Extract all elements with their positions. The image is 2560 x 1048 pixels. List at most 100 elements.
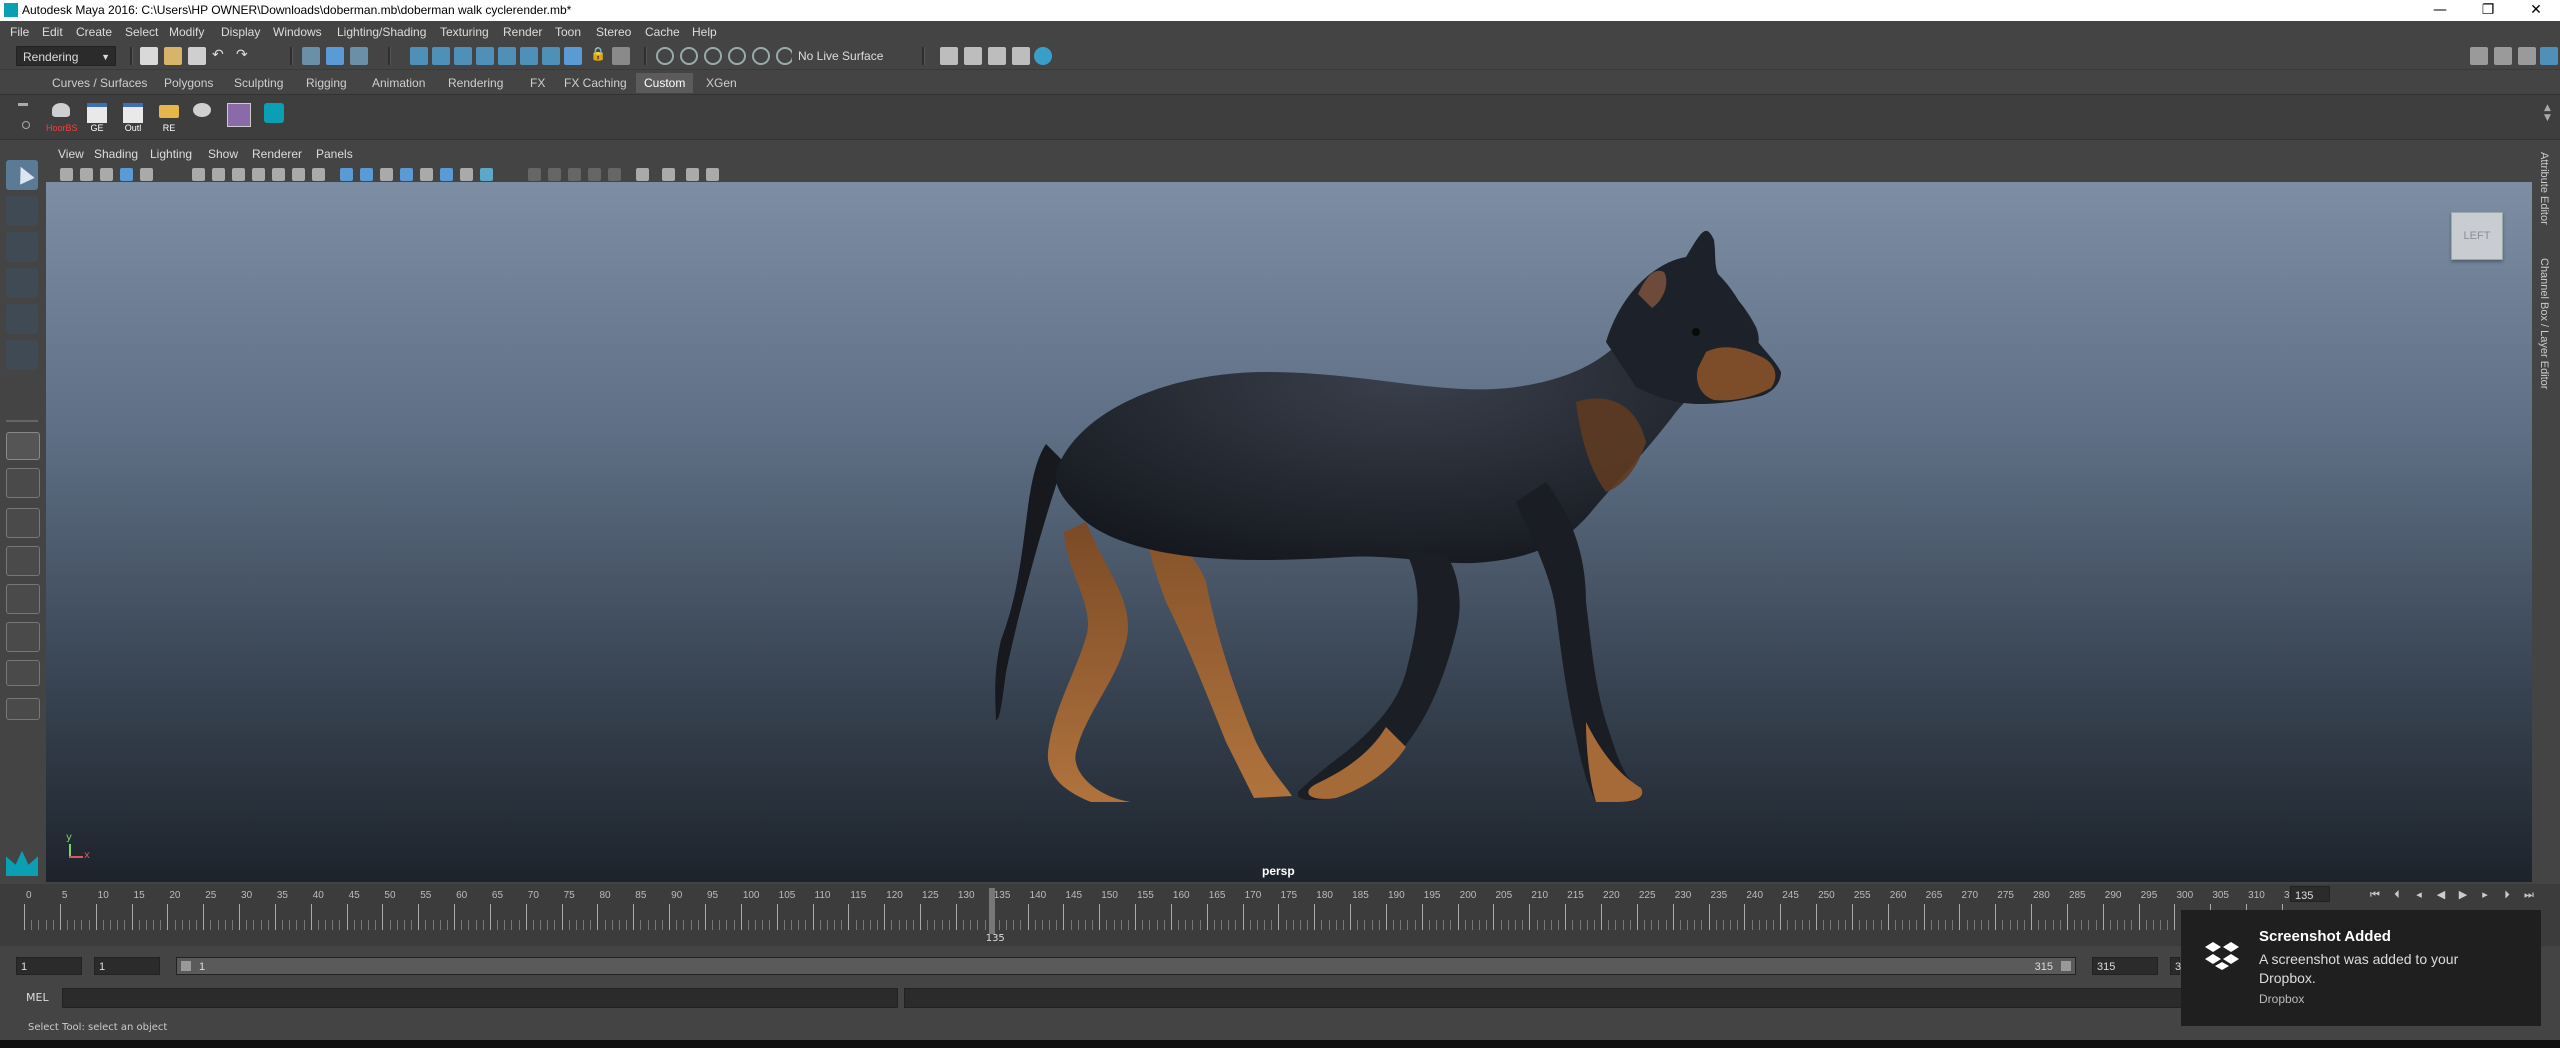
current-frame-marker[interactable] xyxy=(988,888,995,934)
tab-animation[interactable]: Animation xyxy=(364,73,433,93)
panel-menu-lighting[interactable]: Lighting xyxy=(150,147,192,161)
menu-help[interactable]: Help xyxy=(692,25,717,39)
paint-select-icon[interactable] xyxy=(6,232,38,262)
step-back-key-icon[interactable]: ⏴ xyxy=(2388,886,2406,904)
two-view-layout-icon[interactable] xyxy=(6,508,40,538)
redo-icon[interactable]: ↷ xyxy=(236,47,254,65)
bookmark-icon[interactable] xyxy=(100,168,113,181)
two-d-pan-icon[interactable] xyxy=(140,168,153,181)
menu-modify[interactable]: Modify xyxy=(169,25,204,39)
play-backwards-icon[interactable]: ◀ xyxy=(2432,886,2450,904)
rotate-tool-icon[interactable] xyxy=(6,304,38,334)
command-language-label[interactable]: MEL xyxy=(26,991,49,1004)
shelf-button-hoorbs[interactable]: HoorBS xyxy=(46,101,78,133)
persp-graph-layout-icon[interactable] xyxy=(6,584,40,614)
lock-icon[interactable]: 🔒 xyxy=(590,47,608,65)
menu-create[interactable]: Create xyxy=(76,25,112,39)
shelf-settings-icon[interactable] xyxy=(22,121,30,129)
shelf-button-ge[interactable]: GE xyxy=(82,101,112,133)
menuset-dropdown[interactable]: Rendering ▼ xyxy=(16,46,116,66)
snap-view-icon[interactable] xyxy=(476,47,494,65)
menu-texturing[interactable]: Texturing xyxy=(440,25,489,39)
camera-attributes-icon[interactable] xyxy=(80,168,93,181)
shelf-button-render[interactable] xyxy=(188,101,218,133)
layout-icon[interactable] xyxy=(2494,47,2512,65)
go-to-end-icon[interactable]: ⏭ xyxy=(2520,886,2538,904)
image-plane-icon[interactable] xyxy=(120,168,133,181)
move-tool-icon[interactable] xyxy=(6,268,38,298)
start-time-field[interactable]: 1 xyxy=(16,957,82,975)
xray-components-icon[interactable] xyxy=(588,168,601,181)
snap-curve-icon[interactable] xyxy=(432,47,450,65)
single-perspective-layout-icon[interactable] xyxy=(6,432,40,460)
viewport-renderer-icon[interactable] xyxy=(706,168,719,181)
select-tool-icon[interactable] xyxy=(6,160,38,190)
ambient-occlusion-icon[interactable] xyxy=(460,168,473,181)
tab-sculpting[interactable]: Sculpting xyxy=(226,73,291,93)
tab-polygons[interactable]: Polygons xyxy=(156,73,221,93)
render-settings-icon[interactable] xyxy=(1012,47,1030,65)
reflection-icon[interactable] xyxy=(752,47,770,65)
snap-point-icon[interactable] xyxy=(454,47,472,65)
gear-icon[interactable] xyxy=(2540,47,2558,65)
exposure-icon[interactable] xyxy=(636,168,649,181)
panel-menu-shading[interactable]: Shading xyxy=(94,147,138,161)
isolate-select-icon[interactable] xyxy=(528,168,541,181)
tab-xgen[interactable]: XGen xyxy=(698,73,745,93)
range-end-handle[interactable] xyxy=(2061,961,2071,971)
film-gate-icon[interactable] xyxy=(212,168,225,181)
panel-menu-renderer[interactable]: Renderer xyxy=(252,147,302,161)
menu-lighting-shading[interactable]: Lighting/Shading xyxy=(337,25,426,39)
panel-toggle-icon[interactable] xyxy=(2518,47,2536,65)
snap-symmetry-icon[interactable] xyxy=(564,47,582,65)
menu-windows[interactable]: Windows xyxy=(273,25,322,39)
close-icon[interactable]: ✕ xyxy=(2514,0,2558,21)
step-forward-frame-icon[interactable]: ▸ xyxy=(2476,886,2494,904)
current-frame-field[interactable]: 135 xyxy=(2290,886,2330,902)
snap-live-icon[interactable] xyxy=(542,47,560,65)
select-hierarchy-icon[interactable] xyxy=(302,47,320,65)
custom-layout-icon[interactable] xyxy=(6,660,40,686)
tab-rendering[interactable]: Rendering xyxy=(440,73,511,93)
gate-mask-icon[interactable] xyxy=(252,168,265,181)
tab-custom[interactable]: Custom xyxy=(636,73,694,93)
workspace-icon[interactable] xyxy=(2470,47,2488,65)
field-chart-icon[interactable] xyxy=(272,168,285,181)
tab-channel-box[interactable]: Channel Box / Layer Editor xyxy=(2538,258,2550,389)
magnet-icon[interactable] xyxy=(704,47,722,65)
hypershade-icon[interactable] xyxy=(1034,47,1052,65)
anti-aliasing-icon[interactable] xyxy=(480,168,493,181)
play-forwards-icon[interactable]: ▶ xyxy=(2454,886,2472,904)
shelf-button-re[interactable]: RE xyxy=(154,101,184,133)
step-back-frame-icon[interactable]: ◂ xyxy=(2410,886,2428,904)
scale-tool-icon[interactable] xyxy=(6,340,38,370)
persp-outliner-layout-icon[interactable] xyxy=(6,546,40,576)
textured-icon[interactable] xyxy=(400,168,413,181)
playback-end-field[interactable]: 315 xyxy=(2092,957,2158,975)
hud-icon[interactable] xyxy=(608,168,621,181)
soft-select-icon[interactable] xyxy=(728,47,746,65)
smooth-shade-icon[interactable] xyxy=(360,168,373,181)
tab-fx[interactable]: FX xyxy=(522,73,553,93)
open-scene-icon[interactable] xyxy=(164,47,182,65)
safe-title-icon[interactable] xyxy=(312,168,325,181)
select-object-icon[interactable] xyxy=(326,47,344,65)
menu-file[interactable]: File xyxy=(10,25,29,39)
shelf-scroll-icon[interactable]: ▲ ▼ xyxy=(2544,103,2551,123)
tab-attribute-editor[interactable]: Attribute Editor xyxy=(2538,152,2550,225)
snap-vertex-icon[interactable] xyxy=(520,47,538,65)
safe-action-icon[interactable] xyxy=(292,168,305,181)
go-to-start-icon[interactable]: ⏮ xyxy=(2366,886,2384,904)
shelf-button-outl[interactable]: Outl xyxy=(118,101,148,133)
perspective-viewport[interactable]: LEFT persp y x xyxy=(46,182,2532,882)
hypershade-layout-icon[interactable] xyxy=(6,622,40,652)
input-output-icon[interactable] xyxy=(612,47,630,65)
panel-menu-panels[interactable]: Panels xyxy=(316,147,353,161)
color-management-icon[interactable] xyxy=(686,168,699,181)
wireframe-icon[interactable] xyxy=(340,168,353,181)
command-input[interactable] xyxy=(62,988,898,1008)
range-start-handle[interactable] xyxy=(181,961,191,971)
menu-select[interactable]: Select xyxy=(125,25,158,39)
panel-menu-show[interactable]: Show xyxy=(208,147,238,161)
shelf-button-hypershade[interactable] xyxy=(224,101,254,133)
